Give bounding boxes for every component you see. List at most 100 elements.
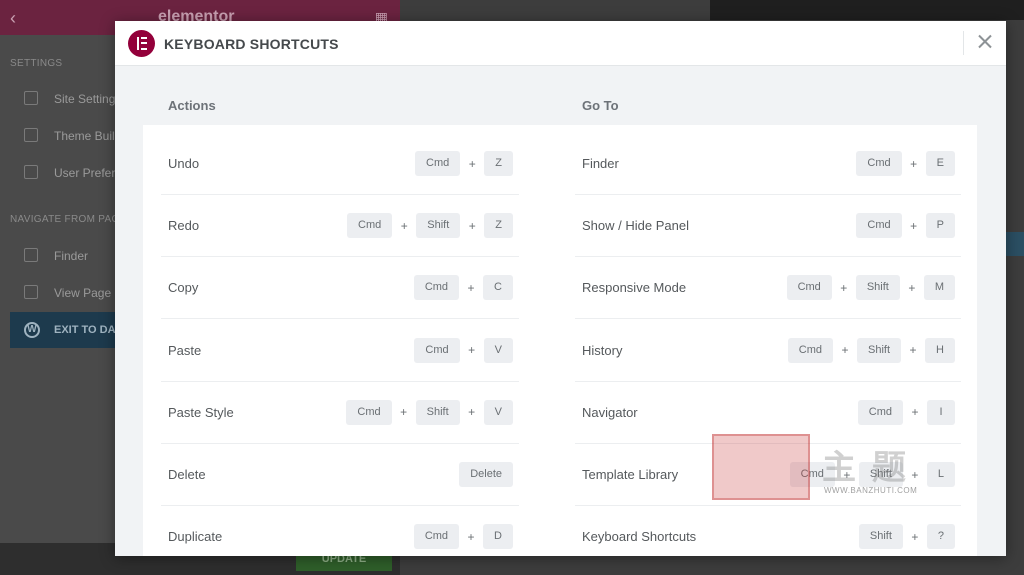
modal-title: KEYBOARD SHORTCUTS bbox=[164, 36, 339, 52]
theme-builder-icon bbox=[24, 128, 38, 142]
key-cap: Cmd bbox=[415, 151, 461, 176]
back-icon[interactable]: ‹ bbox=[10, 8, 16, 29]
shortcut-row-history: History Cmd + Shift + H bbox=[575, 320, 961, 382]
plus-separator: + bbox=[911, 529, 919, 544]
shortcut-row-copy: Copy Cmd + C bbox=[161, 257, 519, 320]
shortcut-row-redo: Redo Cmd + Shift + Z bbox=[161, 195, 519, 258]
shortcut-label: Navigator bbox=[582, 404, 638, 420]
watermark-text: 主题 bbox=[822, 449, 922, 487]
key-cap: Cmd bbox=[857, 399, 903, 425]
actions-column-title: Actions bbox=[168, 98, 216, 113]
shortcut-label: Duplicate bbox=[168, 529, 223, 545]
shortcut-label: Responsive Mode bbox=[582, 280, 687, 296]
plus-separator: + bbox=[909, 343, 917, 358]
key-cap: L bbox=[926, 462, 955, 487]
settings-icon bbox=[24, 91, 38, 105]
shortcut-row-duplicate: Duplicate Cmd + D bbox=[161, 506, 519, 556]
menu-item-finder[interactable]: Finder bbox=[0, 238, 115, 274]
plus-separator: + bbox=[840, 280, 848, 295]
shortcut-keys: Cmd + D bbox=[413, 524, 513, 550]
section-label-settings: SETTINGS bbox=[10, 58, 63, 69]
shortcut-label: Paste bbox=[168, 342, 202, 358]
menu-item-user-preferences[interactable]: User Preferences bbox=[0, 155, 147, 191]
shortcut-row-undo: Undo Cmd + Z bbox=[161, 133, 519, 195]
key-cap: Shift bbox=[857, 337, 902, 363]
shortcut-label: Template Library bbox=[582, 467, 679, 482]
key-cap: Delete bbox=[459, 462, 513, 487]
key-cap: Shift bbox=[415, 399, 460, 425]
plus-separator: + bbox=[400, 218, 408, 233]
shortcut-label: Redo bbox=[168, 218, 200, 234]
shortcut-label: Delete bbox=[168, 467, 206, 482]
key-cap: D bbox=[483, 524, 513, 550]
exit-dashboard-button[interactable]: W EXIT TO DASHBOARD bbox=[10, 312, 171, 348]
key-cap: Z bbox=[484, 213, 513, 239]
key-cap: Cmd bbox=[347, 213, 393, 239]
wordpress-icon: W bbox=[24, 322, 40, 338]
shortcut-label: Keyboard Shortcuts bbox=[582, 529, 697, 545]
shortcut-keys: Cmd + C bbox=[413, 275, 513, 301]
key-cap: Cmd bbox=[413, 275, 460, 301]
key-cap: I bbox=[927, 399, 955, 425]
shortcut-label: Show / Hide Panel bbox=[582, 218, 689, 234]
plus-separator: + bbox=[910, 156, 918, 171]
plus-separator: + bbox=[468, 218, 476, 233]
shortcut-keys: Cmd + Shift + V bbox=[346, 399, 513, 425]
shortcut-row-responsive-mode: Responsive Mode Cmd + Shift + M bbox=[575, 257, 961, 320]
key-cap: H bbox=[925, 337, 955, 363]
key-cap: M bbox=[923, 275, 955, 301]
shortcut-row-paste: Paste Cmd + V bbox=[161, 320, 519, 382]
key-cap: P bbox=[925, 213, 955, 239]
key-cap: E bbox=[925, 151, 955, 176]
shortcut-keys: Cmd + Shift + M bbox=[786, 275, 955, 301]
key-cap: Shift bbox=[855, 275, 900, 301]
key-cap: C bbox=[483, 275, 513, 301]
key-cap: V bbox=[483, 337, 513, 363]
shortcut-keys: Cmd + V bbox=[414, 337, 513, 363]
key-cap: Cmd bbox=[413, 524, 460, 550]
shortcut-keys: Cmd + Shift + Z bbox=[347, 213, 513, 239]
plus-separator: + bbox=[400, 405, 408, 420]
shortcut-keys: Cmd + E bbox=[856, 151, 955, 176]
shortcut-label: Copy bbox=[168, 280, 199, 296]
shortcut-label: Undo bbox=[168, 156, 200, 171]
shortcut-keys: Cmd + I bbox=[857, 399, 955, 425]
header-divider bbox=[963, 31, 964, 55]
key-cap: Cmd bbox=[786, 275, 832, 301]
plus-separator: + bbox=[908, 280, 916, 295]
watermark-stamp bbox=[712, 434, 810, 500]
shortcut-keys: Cmd + Shift + H bbox=[787, 337, 955, 363]
plus-separator: + bbox=[910, 218, 918, 233]
shortcut-row-delete: Delete Delete bbox=[161, 444, 519, 506]
plus-separator: + bbox=[467, 280, 475, 295]
key-cap: Shift bbox=[416, 213, 461, 239]
shortcut-keys: Delete bbox=[459, 462, 513, 487]
shortcut-label: Paste Style bbox=[168, 404, 234, 420]
shortcut-row-finder: Finder Cmd + E bbox=[575, 133, 961, 195]
shortcut-label: Finder bbox=[582, 156, 619, 171]
key-cap: Cmd bbox=[856, 151, 902, 176]
goto-column-title: Go To bbox=[582, 98, 619, 113]
watermark-url: WWW.BANZHUTI.COM bbox=[824, 486, 918, 495]
close-icon[interactable] bbox=[973, 30, 997, 54]
menu-item-view-page[interactable]: View Page bbox=[0, 275, 115, 311]
key-cap: ? bbox=[926, 524, 955, 550]
menu-item-site-settings[interactable]: Site Settings bbox=[0, 81, 121, 117]
key-cap: Cmd bbox=[414, 337, 460, 363]
key-cap: Z bbox=[484, 151, 513, 176]
plus-separator: + bbox=[468, 156, 476, 171]
menu-item-theme-builder[interactable]: Theme Builder bbox=[0, 118, 132, 154]
view-icon bbox=[24, 285, 38, 299]
modal-header: KEYBOARD SHORTCUTS bbox=[115, 21, 1006, 66]
shortcut-row-show-hide-panel: Show / Hide Panel Cmd + P bbox=[575, 195, 961, 258]
elementor-logo-icon bbox=[128, 30, 155, 57]
shortcut-keys: Shift +? bbox=[858, 524, 955, 550]
plus-separator: + bbox=[468, 343, 476, 358]
plus-separator: + bbox=[911, 405, 919, 420]
shortcut-row-paste-style: Paste Style Cmd + Shift + V bbox=[161, 382, 519, 444]
key-cap: Cmd bbox=[787, 337, 834, 363]
canvas-topbar bbox=[710, 0, 1024, 20]
shortcut-row-keyboard-shortcuts: Keyboard Shortcuts Shift +? bbox=[575, 506, 961, 556]
shortcut-label: History bbox=[582, 342, 623, 358]
finder-icon bbox=[24, 248, 38, 262]
